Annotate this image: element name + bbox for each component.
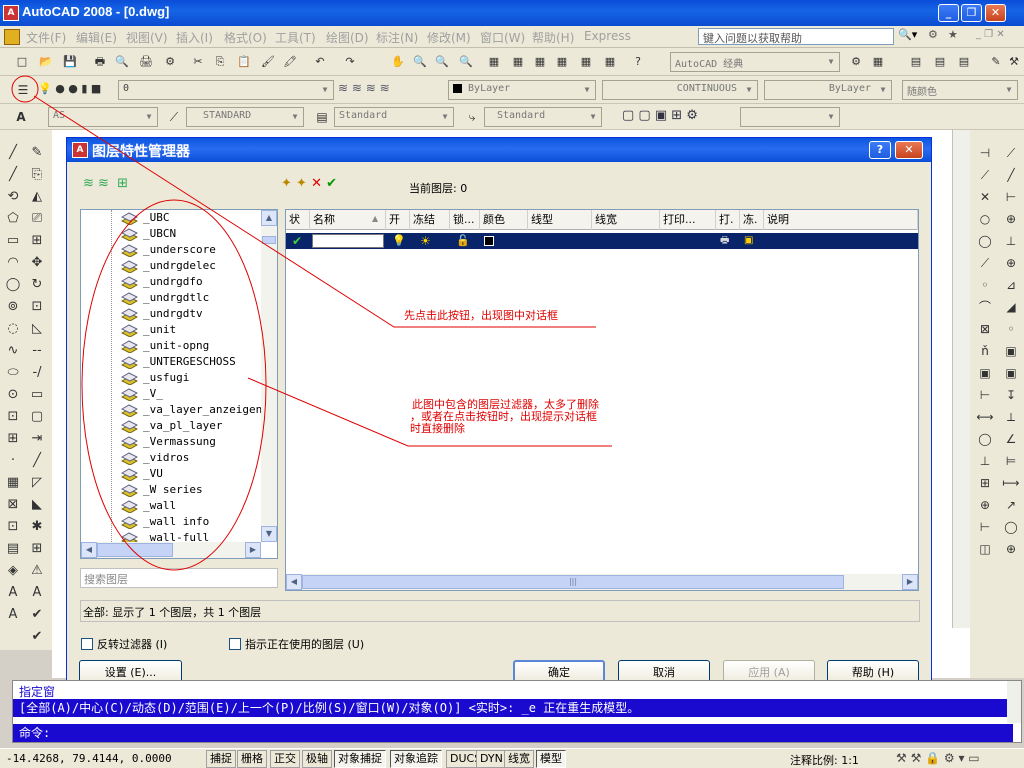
annotation-ellipse-tree	[81, 199, 267, 571]
annotation-leader-1	[33, 95, 596, 328]
annotation-text-4: 时直接删除	[410, 422, 465, 435]
command-history-line: 指定窗	[19, 685, 56, 699]
command-history-highlight: [全部(A)/中心(C)/动态(D)/范围(E)/上一个(P)/比例(S)/窗口…	[13, 699, 1013, 717]
status-toggle-2[interactable]: 正交	[270, 750, 300, 768]
annotation-circle-button	[11, 75, 39, 103]
status-toggle-1[interactable]: 栅格	[237, 750, 267, 768]
status-toggle-0[interactable]: 捕捉	[206, 750, 236, 768]
status-toggle-8[interactable]: 线宽	[504, 750, 534, 768]
coordinate-readout: -14.4268, 79.4144, 0.0000	[6, 752, 172, 765]
annotation-overlay	[11, 75, 612, 571]
status-bar: -14.4268, 79.4144, 0.0000 捕捉 栅格 正交 极轴 对象捕捉 对象…	[0, 748, 1024, 768]
annotation-text-1: 先点击此按钮，出现图中对话框	[404, 309, 558, 322]
command-prompt[interactable]: 命令:	[13, 724, 1013, 742]
status-toggle-7[interactable]: DYN	[476, 750, 507, 768]
status-toggle-3[interactable]: 极轴	[302, 750, 332, 768]
status-toggle-9[interactable]: 模型	[536, 750, 566, 768]
command-scrollbar[interactable]	[1007, 681, 1021, 723]
command-window: 指定窗 [全部(A)/中心(C)/动态(D)/范围(E)/上一个(P)/比例(S…	[12, 680, 1022, 743]
status-tray-icons[interactable]: ⚒ ⚒ 🔒 ⚙ ▾ ▭	[896, 751, 980, 765]
status-toggle-5[interactable]: 对象追踪	[390, 750, 442, 768]
status-toggle-4[interactable]: 对象捕捉	[334, 750, 386, 768]
annotation-scale[interactable]: 注释比例: 1:1	[790, 752, 859, 768]
